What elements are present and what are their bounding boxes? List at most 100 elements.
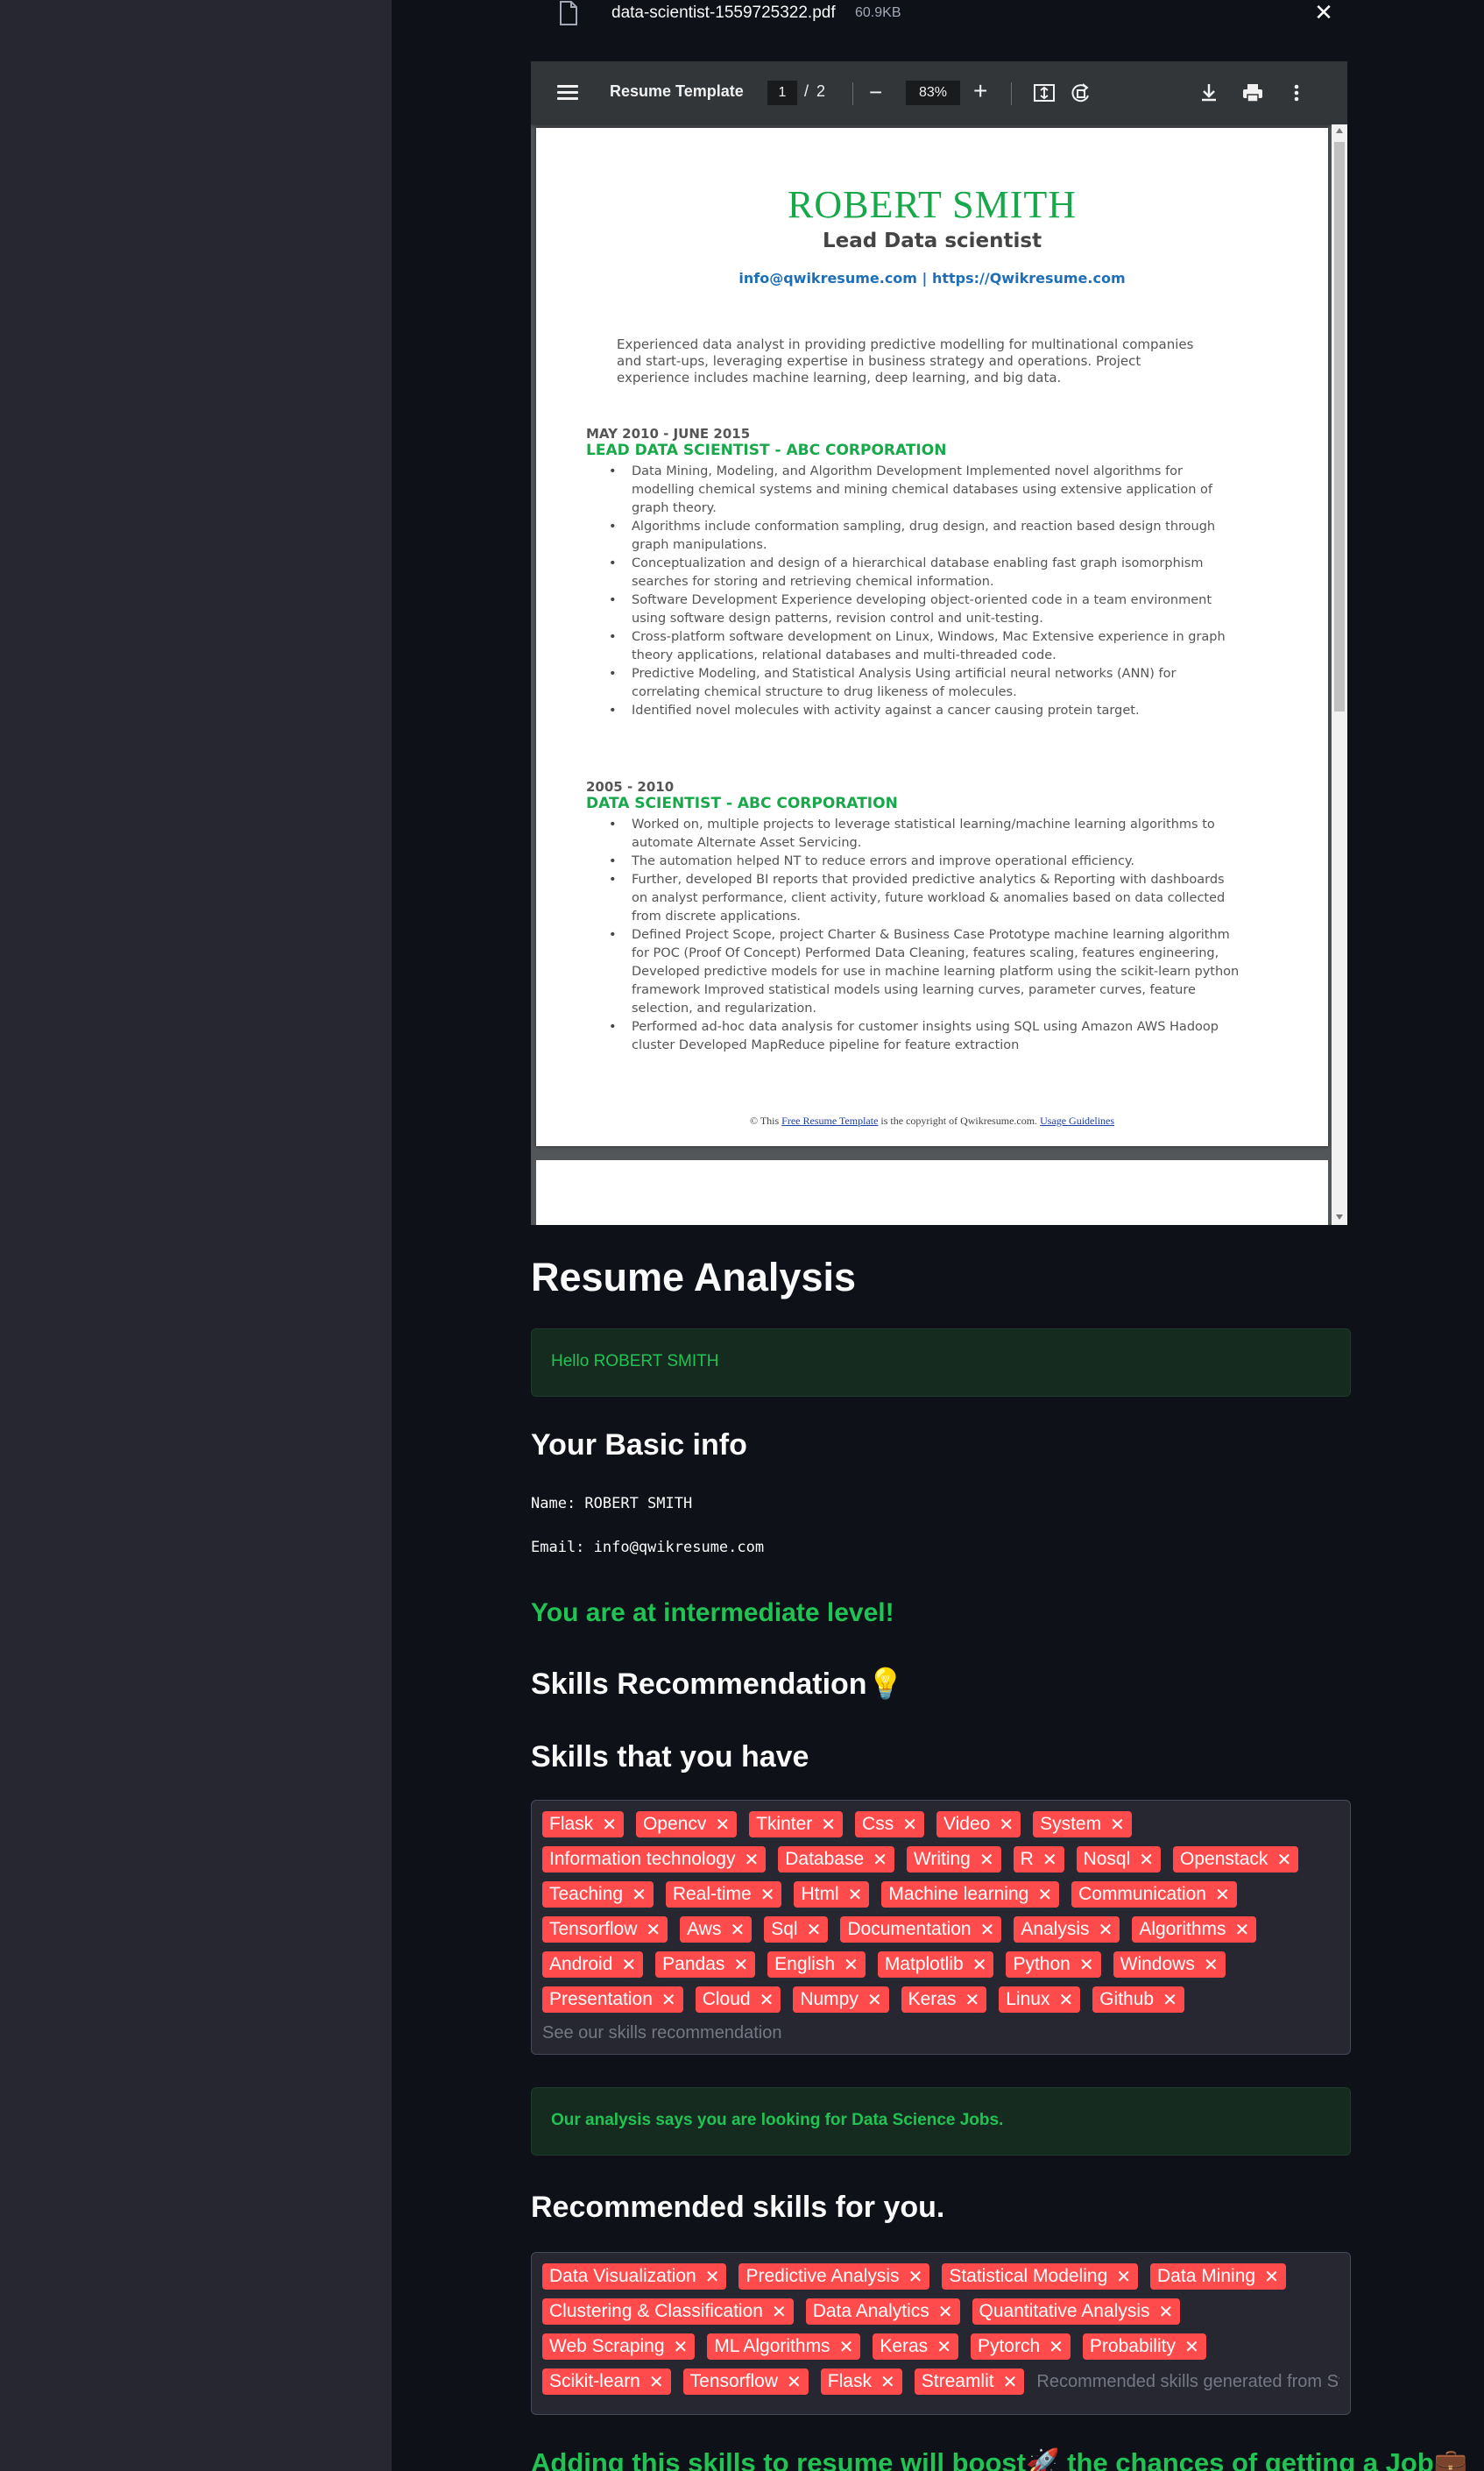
rotate-icon[interactable]	[1069, 81, 1093, 105]
skill-chip[interactable]: Cloud ✕	[695, 1986, 781, 2013]
remove-chip-icon[interactable]: ✕	[839, 2336, 854, 2358]
free-template-link[interactable]: Free Resume Template	[781, 1115, 878, 1127]
remove-chip-icon[interactable]: ✕	[1235, 1919, 1250, 1941]
skill-chip[interactable]: System ✕	[1033, 1811, 1132, 1837]
skill-chip[interactable]: Quantitative Analysis ✕	[972, 2298, 1181, 2325]
remove-chip-icon[interactable]: ✕	[787, 2371, 802, 2393]
skill-chip[interactable]: Probability ✕	[1082, 2333, 1206, 2360]
remove-chip-icon[interactable]: ✕	[1116, 2266, 1131, 2288]
skill-chip[interactable]: Openstack ✕	[1173, 1846, 1299, 1873]
skill-chip[interactable]: Aws ✕	[680, 1916, 753, 1943]
usage-guidelines-link[interactable]: Usage Guidelines	[1040, 1115, 1114, 1127]
pdf-scrollbar[interactable]	[1332, 124, 1347, 1225]
skill-chip[interactable]: Flask ✕	[542, 1811, 624, 1837]
remove-chip-icon[interactable]: ✕	[867, 1989, 882, 2011]
remove-chip-icon[interactable]: ✕	[999, 1814, 1014, 1836]
skill-chip[interactable]: Tkinter ✕	[749, 1811, 844, 1837]
skill-chip[interactable]: Data Visualization ✕	[542, 2263, 727, 2290]
skill-chip[interactable]: Data Mining ✕	[1150, 2263, 1286, 2290]
remove-chip-icon[interactable]: ✕	[1049, 2336, 1064, 2358]
fit-page-icon[interactable]	[1032, 81, 1056, 105]
skill-chip[interactable]: Data Analytics ✕	[805, 2298, 960, 2325]
resume-contact[interactable]: info@qwikresume.com | https://Qwikresume…	[536, 270, 1328, 287]
remove-chip-icon[interactable]: ✕	[705, 2266, 720, 2288]
skill-chip[interactable]: Streamlit ✕	[914, 2368, 1025, 2395]
remove-chip-icon[interactable]: ✕	[632, 1884, 647, 1906]
remove-chip-icon[interactable]: ✕	[1162, 1989, 1177, 2011]
scroll-down-icon[interactable]	[1336, 1214, 1343, 1220]
skill-chip[interactable]: Python ✕	[1006, 1951, 1101, 1978]
skill-chip[interactable]: Windows ✕	[1113, 1951, 1226, 1978]
zoom-out-button[interactable]: −	[869, 79, 882, 106]
skill-chip[interactable]: Github ✕	[1092, 1986, 1184, 2013]
remove-chip-icon[interactable]: ✕	[979, 1849, 994, 1871]
remove-chip-icon[interactable]: ✕	[1110, 1814, 1125, 1836]
skill-chip[interactable]: Matplotlib ✕	[877, 1951, 994, 1978]
remove-chip-icon[interactable]: ✕	[1204, 1954, 1219, 1976]
remove-chip-icon[interactable]: ✕	[848, 1884, 863, 1906]
remove-chip-icon[interactable]: ✕	[621, 1954, 636, 1976]
skill-chip[interactable]: Keras ✕	[901, 1986, 987, 2013]
skill-chip[interactable]: Database ✕	[778, 1846, 894, 1873]
skill-chip[interactable]: Pytorch ✕	[970, 2333, 1071, 2360]
skill-chip[interactable]: Algorithms ✕	[1132, 1916, 1257, 1943]
remove-file-button[interactable]: ✕	[1311, 0, 1337, 26]
zoom-level-input[interactable]: 83%	[906, 81, 960, 105]
remove-chip-icon[interactable]: ✕	[1139, 1849, 1154, 1871]
remove-chip-icon[interactable]: ✕	[880, 2371, 895, 2393]
skill-chip[interactable]: Sql ✕	[764, 1916, 829, 1943]
skill-chip[interactable]: Html ✕	[794, 1881, 870, 1908]
skill-chip[interactable]: Css ✕	[855, 1811, 924, 1837]
skill-chip[interactable]: ML Algorithms ✕	[707, 2333, 861, 2360]
skill-chip[interactable]: Numpy ✕	[793, 1986, 889, 2013]
remove-chip-icon[interactable]: ✕	[938, 2301, 953, 2323]
remove-chip-icon[interactable]: ✕	[1158, 2301, 1173, 2323]
remove-chip-icon[interactable]: ✕	[1099, 1919, 1113, 1941]
remove-chip-icon[interactable]: ✕	[1215, 1884, 1230, 1906]
page-number-input[interactable]: 1	[767, 81, 797, 105]
skill-chip[interactable]: Analysis ✕	[1014, 1916, 1120, 1943]
scrollbar-thumb[interactable]	[1334, 142, 1345, 712]
remove-chip-icon[interactable]: ✕	[1264, 2266, 1279, 2288]
skills-have-placeholder[interactable]: See our skills recommendation	[542, 2023, 1339, 2043]
skill-chip[interactable]: Machine learning ✕	[881, 1881, 1060, 1908]
skill-chip[interactable]: Tensorflow ✕	[682, 2368, 809, 2395]
remove-chip-icon[interactable]: ✕	[980, 1919, 995, 1941]
scroll-up-icon[interactable]	[1336, 128, 1343, 133]
remove-chip-icon[interactable]: ✕	[1276, 1849, 1291, 1871]
remove-chip-icon[interactable]: ✕	[661, 1989, 676, 2011]
remove-chip-icon[interactable]: ✕	[821, 1814, 836, 1836]
remove-chip-icon[interactable]: ✕	[807, 1919, 822, 1941]
skills-have-multiselect[interactable]: Flask ✕ Opencv ✕ Tkinter ✕ Css ✕ Video ✕ System ✕ In…	[531, 1800, 1351, 2055]
remove-chip-icon[interactable]: ✕	[1003, 2371, 1018, 2393]
remove-chip-icon[interactable]: ✕	[873, 1849, 887, 1871]
skill-chip[interactable]: Pandas ✕	[655, 1951, 756, 1978]
remove-chip-icon[interactable]: ✕	[936, 2336, 951, 2358]
remove-chip-icon[interactable]: ✕	[908, 2266, 923, 2288]
skill-chip[interactable]: Teaching ✕	[542, 1881, 654, 1908]
remove-chip-icon[interactable]: ✕	[1037, 1884, 1052, 1906]
remove-chip-icon[interactable]: ✕	[715, 1814, 730, 1836]
remove-chip-icon[interactable]: ✕	[1058, 1989, 1073, 2011]
download-icon[interactable]	[1197, 81, 1221, 105]
remove-chip-icon[interactable]: ✕	[844, 1954, 859, 1976]
remove-chip-icon[interactable]: ✕	[760, 1989, 774, 2011]
remove-chip-icon[interactable]: ✕	[760, 1884, 775, 1906]
remove-chip-icon[interactable]: ✕	[965, 1989, 979, 2011]
menu-icon[interactable]	[557, 82, 578, 103]
remove-chip-icon[interactable]: ✕	[646, 1919, 661, 1941]
skill-chip[interactable]: English ✕	[767, 1951, 866, 1978]
remove-chip-icon[interactable]: ✕	[674, 2336, 689, 2358]
skill-chip[interactable]: Statistical Modeling ✕	[942, 2263, 1139, 2290]
skill-chip[interactable]: Information technology ✕	[542, 1846, 767, 1873]
print-icon[interactable]	[1240, 81, 1265, 105]
remove-chip-icon[interactable]: ✕	[1042, 1849, 1057, 1871]
skill-chip[interactable]: Keras ✕	[873, 2333, 958, 2360]
skill-chip[interactable]: Presentation ✕	[542, 1986, 683, 2013]
remove-chip-icon[interactable]: ✕	[744, 1849, 759, 1871]
recommended-skills-multiselect[interactable]: Data Visualization ✕ Predictive Analysis ✕ S…	[531, 2252, 1351, 2415]
skill-chip[interactable]: Clustering & Classification ✕	[542, 2298, 794, 2325]
skill-chip[interactable]: Opencv ✕	[635, 1811, 738, 1837]
remove-chip-icon[interactable]: ✕	[730, 1919, 745, 1941]
skill-chip[interactable]: Communication ✕	[1071, 1881, 1237, 1908]
